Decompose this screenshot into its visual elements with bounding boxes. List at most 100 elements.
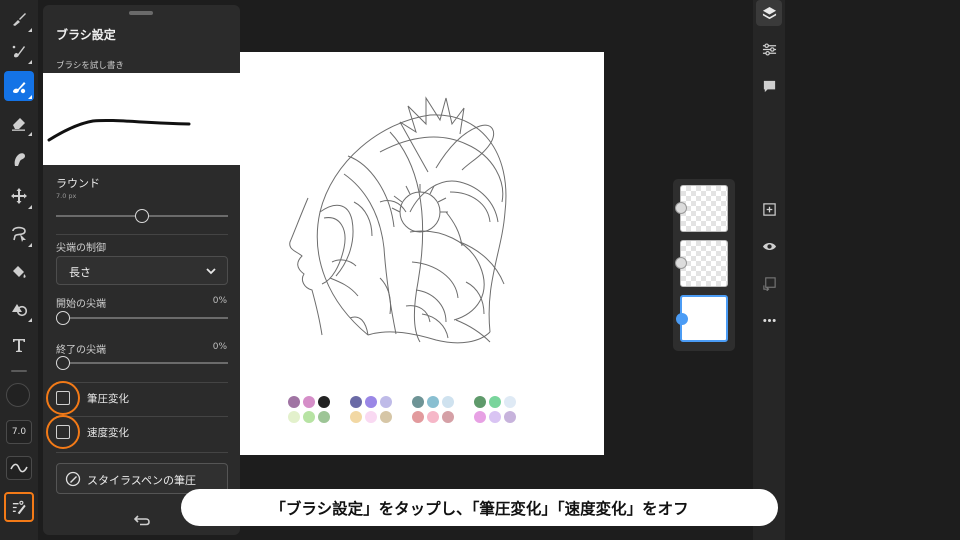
layer-properties-icon (762, 42, 776, 56)
slider-track (56, 362, 228, 364)
pressure-checkbox[interactable] (56, 391, 70, 405)
fill-icon[interactable] (4, 256, 34, 286)
color-swatch (288, 396, 300, 408)
color-swatch (442, 396, 454, 408)
brush-size-text: 7.0 px (56, 192, 77, 200)
drawing-canvas[interactable] (240, 52, 604, 455)
brush-name: ラウンド (56, 177, 100, 190)
color-swatch (365, 411, 377, 423)
layer-type-icon (676, 313, 688, 325)
brush-icon[interactable] (4, 4, 34, 34)
divider (56, 452, 228, 453)
color-picker[interactable] (6, 383, 30, 407)
taper-control-value: 長さ (69, 266, 91, 279)
velocity-label: 速度変化 (87, 427, 129, 439)
color-swatch (318, 396, 330, 408)
add-layer-button[interactable] (756, 196, 782, 222)
brush-settings-icon (12, 500, 26, 514)
brush-settings-button[interactable] (4, 492, 34, 522)
smudge-brush-icon[interactable] (4, 36, 34, 66)
panel-grab-handle[interactable] (129, 11, 153, 15)
color-swatch (303, 396, 315, 408)
end-taper-slider[interactable] (56, 356, 228, 370)
smoothing-button[interactable] (6, 456, 32, 480)
start-taper-slider[interactable] (56, 311, 228, 325)
merge-down-icon (762, 276, 776, 291)
color-swatch (427, 411, 439, 423)
color-swatch (318, 411, 330, 423)
stylus-pressure-label: スタイラスペンの筆圧 (87, 474, 197, 487)
divider (56, 234, 228, 235)
more-button[interactable] (756, 307, 782, 333)
color-swatch (504, 411, 516, 423)
slider-thumb[interactable] (56, 311, 70, 325)
color-swatch (412, 411, 424, 423)
pressure-label: 筆圧変化 (87, 393, 129, 405)
taper-control-dropdown[interactable]: 長さ (56, 256, 228, 285)
add-layer-icon (762, 202, 776, 216)
try-brush-label: ブラシを試し書き (56, 61, 124, 71)
color-swatch (474, 396, 486, 408)
start-taper-label: 開始の尖端 (56, 299, 106, 310)
line-art-drawing (289, 96, 507, 344)
chevron-down-icon (206, 268, 216, 275)
stylus-icon (65, 471, 81, 487)
layers-button[interactable] (756, 0, 782, 26)
color-swatch (504, 396, 516, 408)
brush-size-value: 7.0 (11, 427, 27, 437)
stroke-preview (47, 118, 191, 142)
toolbar-separator (11, 370, 27, 372)
color-swatch (474, 411, 486, 423)
transform-icon[interactable] (4, 181, 34, 211)
reset-icon[interactable] (134, 512, 150, 526)
paint-brush-icon[interactable] (4, 71, 34, 101)
brush-size-slider[interactable] (56, 209, 228, 223)
velocity-dynamics-row[interactable]: 速度変化 (43, 415, 240, 449)
visibility-button[interactable] (756, 233, 782, 259)
slider-track (56, 317, 228, 319)
brush-preview-area[interactable] (43, 73, 240, 165)
pressure-dynamics-row[interactable]: 筆圧変化 (43, 381, 240, 415)
color-swatch (288, 411, 300, 423)
brush-size-field[interactable]: 7.0 (6, 420, 32, 444)
velocity-checkbox[interactable] (56, 425, 70, 439)
lasso-icon[interactable] (4, 219, 34, 249)
layer-thumbnail-drawing[interactable] (675, 240, 728, 287)
left-toolbar: 7.0 (0, 0, 38, 540)
color-swatch (427, 396, 439, 408)
color-swatch (412, 396, 424, 408)
brush-settings-panel: ブラシ設定 ブラシを試し書き ラウンド 7.0 px 尖端の制御 長さ 開始の尖… (43, 5, 240, 535)
panel-title: ブラシ設定 (56, 28, 116, 42)
shape-icon[interactable] (4, 294, 34, 324)
eraser-icon[interactable] (4, 108, 34, 138)
layer-thumbnail-swatches[interactable] (675, 185, 728, 232)
layer-type-icon (675, 257, 687, 269)
wave-icon (10, 463, 28, 473)
end-taper-label: 終了の尖端 (56, 345, 106, 356)
color-swatch (380, 411, 392, 423)
taper-control-label: 尖端の制御 (56, 243, 106, 254)
color-swatch (442, 411, 454, 423)
merge-down-button[interactable] (756, 270, 782, 296)
slider-thumb[interactable] (135, 209, 149, 223)
layer-type-icon (675, 202, 687, 214)
layer-thumbnail-selected[interactable] (676, 295, 728, 342)
comments-icon (763, 80, 775, 92)
instruction-caption: 「ブラシ設定」をタップし、「筆圧変化」「速度変化」をオフ (181, 489, 778, 526)
start-taper-value: 0% (212, 296, 227, 306)
comments-button[interactable] (756, 73, 782, 99)
slider-thumb[interactable] (56, 356, 70, 370)
layers-icon (762, 6, 776, 19)
visibility-icon (762, 242, 776, 250)
more-icon (762, 318, 776, 322)
text-icon[interactable] (4, 330, 34, 360)
color-swatch (350, 396, 362, 408)
color-swatch (380, 396, 392, 408)
color-swatch (489, 411, 501, 423)
color-swatch (303, 411, 315, 423)
layer-properties-button[interactable] (756, 36, 782, 62)
liquify-icon[interactable] (4, 144, 34, 174)
layers-panel (673, 179, 735, 351)
color-swatch (489, 396, 501, 408)
color-swatch (350, 411, 362, 423)
